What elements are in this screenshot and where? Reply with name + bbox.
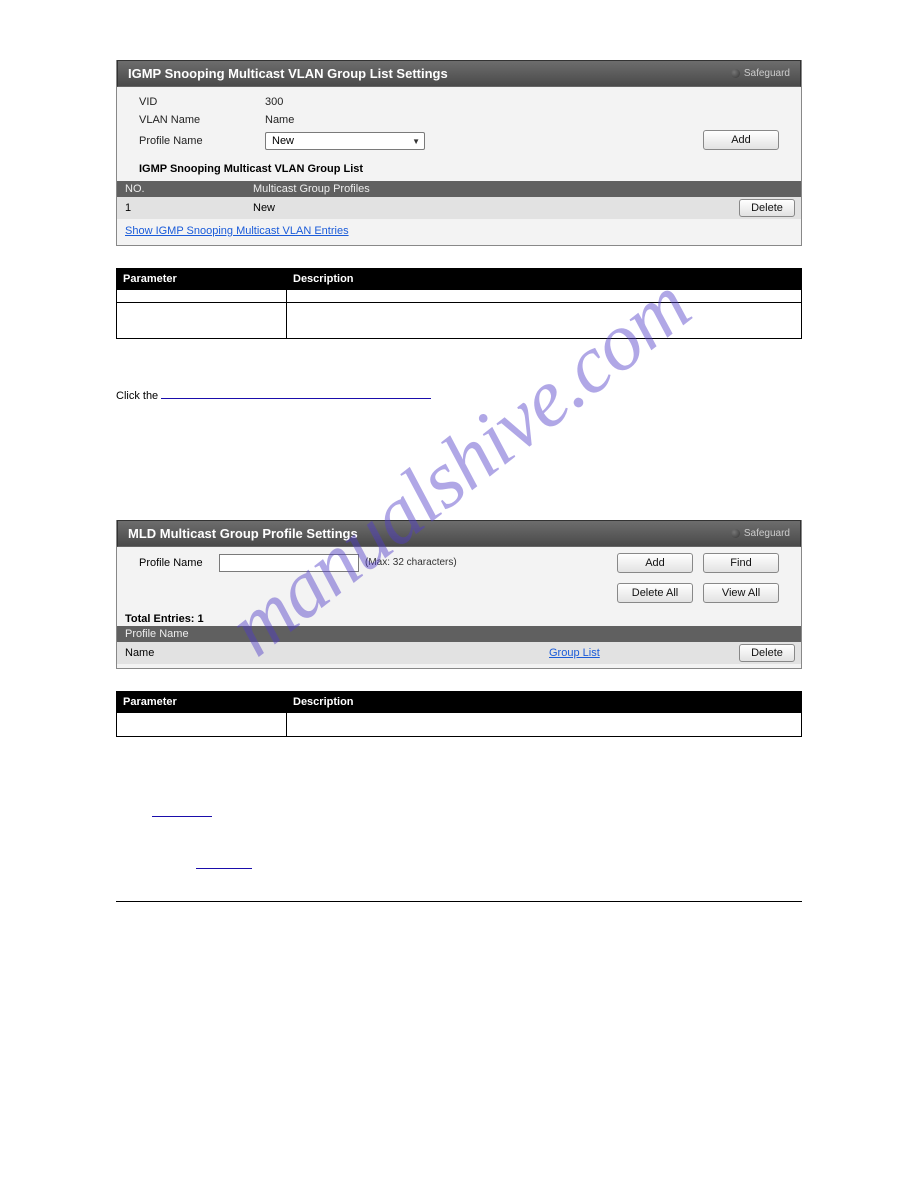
profile-table: Profile Name Name Group List Delete	[117, 626, 801, 664]
chevron-down-icon: ▼	[412, 137, 420, 146]
delete-button[interactable]: Delete	[739, 644, 795, 662]
shield-icon	[731, 69, 740, 78]
table-row	[117, 290, 802, 303]
mld-panel-title: MLD Multicast Group Profile Settings	[128, 526, 358, 541]
table-row: Name Group List Delete	[117, 642, 801, 664]
safeguard-label: Safeguard	[744, 68, 790, 79]
desc-cell	[287, 290, 802, 303]
add-button[interactable]: Add	[703, 130, 779, 150]
total-entries: Total Entries: 1	[117, 609, 801, 626]
link-text[interactable]	[196, 868, 252, 869]
parameter-table-2: Parameter Description	[116, 691, 802, 737]
safeguard-badge: Safeguard	[731, 68, 790, 79]
vid-label: VID	[139, 96, 265, 108]
table-row: 1 New Delete	[117, 197, 801, 219]
group-list-table: NO. Multicast Group Profiles 1 New Delet…	[117, 181, 801, 219]
vlan-name-label: VLAN Name	[139, 114, 265, 126]
vlan-name-value: Name	[265, 114, 294, 126]
input-hint: (Max: 32 characters)	[365, 557, 457, 568]
col-mgp: Multicast Group Profiles	[247, 181, 713, 197]
safeguard-label: Safeguard	[744, 528, 790, 539]
param-cell	[117, 712, 287, 736]
parameter-table-1: Parameter Description	[116, 268, 802, 339]
param-col-header: Parameter	[117, 691, 287, 712]
view-all-button[interactable]: View All	[703, 583, 779, 603]
show-entries-link[interactable]: Show IGMP Snooping Multicast VLAN Entrie…	[125, 225, 349, 237]
igmp-panel-header: IGMP Snooping Multicast VLAN Group List …	[117, 60, 801, 87]
col-profile-name: Profile Name	[117, 626, 543, 642]
row-mgp: New	[247, 197, 713, 219]
find-button[interactable]: Find	[703, 553, 779, 573]
param-cell	[117, 290, 287, 303]
page-divider	[116, 901, 802, 902]
desc-col-header: Description	[287, 691, 802, 712]
profile-name-select[interactable]: New ▼	[265, 132, 425, 150]
row-no: 1	[117, 197, 247, 219]
link-text[interactable]	[152, 816, 212, 817]
col-no: NO.	[117, 181, 247, 197]
delete-button[interactable]: Delete	[739, 199, 795, 217]
link-text[interactable]	[161, 398, 431, 399]
igmp-panel-title: IGMP Snooping Multicast VLAN Group List …	[128, 66, 448, 81]
profile-name-label: Profile Name	[139, 557, 219, 569]
igmp-panel: IGMP Snooping Multicast VLAN Group List …	[116, 60, 802, 246]
safeguard-badge: Safeguard	[731, 528, 790, 539]
profile-name-select-value: New	[272, 135, 294, 147]
desc-cell	[287, 303, 802, 339]
table-row	[117, 712, 802, 736]
mld-panel: MLD Multicast Group Profile Settings Saf…	[116, 520, 802, 669]
row-profile-name: Name	[117, 642, 543, 664]
desc-cell	[287, 712, 802, 736]
param-col-header: Parameter	[117, 269, 287, 290]
profile-name-input[interactable]	[219, 554, 359, 572]
group-list-heading: IGMP Snooping Multicast VLAN Group List	[139, 163, 779, 175]
delete-all-button[interactable]: Delete All	[617, 583, 693, 603]
body-text: Click the	[116, 390, 161, 402]
param-cell	[117, 303, 287, 339]
group-list-link[interactable]: Group List	[549, 647, 600, 659]
mld-panel-header: MLD Multicast Group Profile Settings Saf…	[117, 520, 801, 547]
profile-name-label: Profile Name	[139, 135, 265, 147]
table-row	[117, 303, 802, 339]
shield-icon	[731, 529, 740, 538]
desc-col-header: Description	[287, 269, 802, 290]
add-button[interactable]: Add	[617, 553, 693, 573]
vid-value: 300	[265, 96, 283, 108]
